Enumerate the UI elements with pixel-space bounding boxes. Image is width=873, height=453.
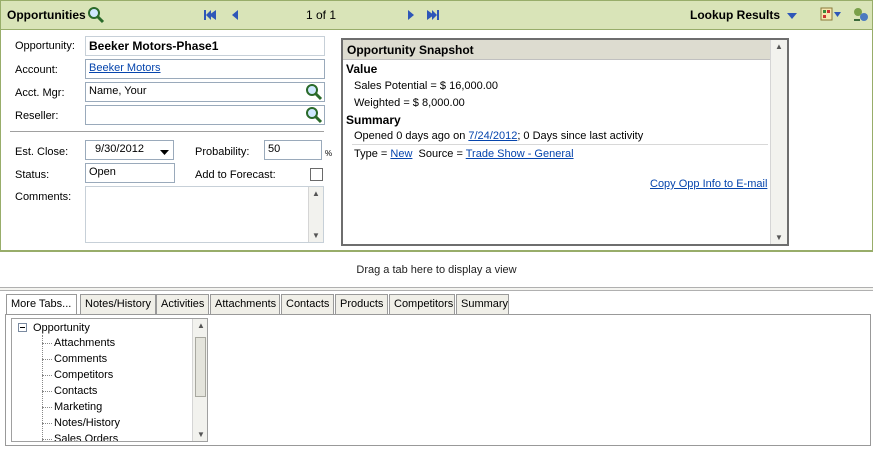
opened-prefix: Opened 0 days ago on: [354, 130, 469, 142]
tree-item-contacts[interactable]: Contacts: [54, 385, 97, 397]
tree-item-comments[interactable]: Comments: [54, 353, 107, 365]
opened-date-link[interactable]: 7/24/2012: [468, 130, 517, 142]
tab-contacts[interactable]: Contacts: [281, 294, 334, 314]
tree-item-attachments[interactable]: Attachments: [54, 337, 115, 349]
tree-connector: [42, 375, 52, 376]
status-label: Status:: [15, 169, 50, 181]
comments-scrollbar[interactable]: ▲ ▼: [308, 187, 323, 242]
probability-label: Probability:: [195, 146, 250, 158]
reseller-lookup-icon[interactable]: [305, 106, 323, 127]
type-prefix: Type =: [354, 148, 391, 160]
opportunity-label: Opportunity:: [15, 40, 75, 52]
acct-mgr-value: Name, Your: [89, 85, 147, 97]
tab-competitors[interactable]: Competitors: [389, 294, 455, 314]
scroll-down-icon[interactable]: ▼: [309, 231, 323, 240]
tree-item-competitors[interactable]: Competitors: [54, 369, 113, 381]
search-icon[interactable]: [87, 6, 105, 27]
tab-attachments[interactable]: Attachments: [210, 294, 280, 314]
opportunity-name-field[interactable]: Beeker Motors-Phase1: [85, 36, 325, 56]
tree-connector: [42, 391, 52, 392]
scroll-down-icon[interactable]: ▼: [194, 430, 207, 439]
lookup-dropdown-icon[interactable]: [787, 11, 797, 23]
title-bar: Opportunities 1 of 1 Lookup Results: [0, 0, 873, 30]
account-field[interactable]: Beeker Motors: [85, 59, 325, 79]
opportunity-snapshot-panel: Opportunity Snapshot ▲ ▼ Value Sales Pot…: [341, 38, 789, 246]
type-source-line: Type = New Source = Trade Show - General: [354, 148, 574, 160]
scroll-down-icon[interactable]: ▼: [772, 233, 786, 242]
source-link[interactable]: Trade Show - General: [466, 148, 574, 160]
source-prefix: Source =: [418, 148, 466, 160]
comments-textarea[interactable]: ▲ ▼: [85, 186, 324, 243]
form-divider: [10, 131, 324, 132]
tree-scrollbar[interactable]: ▲ ▼: [192, 319, 207, 441]
weighted-value: Weighted = $ 8,000.00: [354, 97, 465, 109]
tree-connector: [42, 343, 52, 344]
layout-options-icon[interactable]: [820, 7, 842, 26]
add-to-forecast-checkbox[interactable]: [310, 168, 323, 181]
tab-summary[interactable]: Summary: [456, 294, 509, 314]
record-pager: 1 of 1: [306, 8, 337, 22]
account-link[interactable]: Beeker Motors: [89, 62, 161, 74]
tab-notes-history[interactable]: Notes/History: [80, 294, 156, 314]
last-record-icon[interactable]: [426, 8, 440, 22]
est-close-value: 9/30/2012: [95, 143, 144, 155]
value-heading: Value: [346, 62, 378, 76]
tree-root[interactable]: Opportunity: [33, 322, 90, 334]
tree-connector: [42, 407, 52, 408]
scroll-up-icon[interactable]: ▲: [309, 189, 323, 198]
scrollbar-thumb[interactable]: [195, 337, 206, 397]
tree-guide-line: [42, 335, 43, 441]
summary-heading: Summary: [346, 113, 401, 127]
acct-mgr-label: Acct. Mgr:: [15, 87, 65, 99]
previous-record-icon[interactable]: [228, 8, 242, 22]
acct-mgr-lookup-icon[interactable]: [305, 83, 323, 104]
type-link[interactable]: New: [390, 148, 412, 160]
refresh-group-icon[interactable]: [852, 6, 870, 27]
forecast-label: Add to Forecast:: [195, 169, 276, 181]
est-close-date-picker[interactable]: 9/30/2012: [85, 140, 174, 160]
tree-connector: [42, 439, 52, 440]
tree-connector: [42, 359, 52, 360]
drag-tab-hint: Drag a tab here to display a view: [356, 264, 517, 276]
chevron-down-icon[interactable]: [160, 147, 169, 159]
tree-connector: [42, 423, 52, 424]
probability-unit: %: [325, 149, 333, 158]
snapshot-title: Opportunity Snapshot: [343, 40, 770, 60]
scroll-up-icon[interactable]: ▲: [772, 42, 786, 51]
probability-field[interactable]: 50: [264, 140, 322, 160]
tree-item-notes-history[interactable]: Notes/History: [54, 417, 120, 429]
snapshot-divider: [352, 144, 768, 145]
status-field[interactable]: Open: [85, 163, 175, 183]
tab-products[interactable]: Products: [335, 294, 388, 314]
page-title: Opportunities: [7, 8, 86, 22]
scroll-up-icon[interactable]: ▲: [194, 321, 207, 330]
opened-suffix: ; 0 Days since last activity: [517, 130, 644, 142]
more-tabs-tree: Opportunity Attachments Comments Competi…: [11, 318, 208, 442]
tab-activities[interactable]: Activities: [156, 294, 209, 314]
reseller-label: Reseller:: [15, 110, 59, 122]
copy-opp-info-link[interactable]: Copy Opp Info to E-mail: [650, 178, 767, 190]
tab-more-tabs[interactable]: More Tabs...: [6, 294, 77, 315]
lookup-results-label[interactable]: Lookup Results: [690, 8, 780, 22]
reseller-field[interactable]: [85, 105, 325, 125]
snapshot-scrollbar[interactable]: ▲ ▼: [770, 40, 787, 244]
first-record-icon[interactable]: [203, 8, 217, 22]
next-record-icon[interactable]: [404, 8, 418, 22]
sales-potential: Sales Potential = $ 16,000.00: [354, 80, 499, 92]
est-close-label: Est. Close:: [15, 146, 69, 158]
tree-item-sales-orders[interactable]: Sales Orders: [54, 433, 118, 441]
splitter[interactable]: [0, 287, 873, 291]
account-label: Account:: [15, 64, 58, 76]
tree-item-marketing[interactable]: Marketing: [54, 401, 102, 413]
comments-label: Comments:: [15, 191, 72, 203]
collapse-icon[interactable]: [18, 323, 28, 336]
acct-mgr-field[interactable]: Name, Your: [85, 82, 325, 102]
opened-summary: Opened 0 days ago on 7/24/2012; 0 Days s…: [354, 130, 643, 142]
